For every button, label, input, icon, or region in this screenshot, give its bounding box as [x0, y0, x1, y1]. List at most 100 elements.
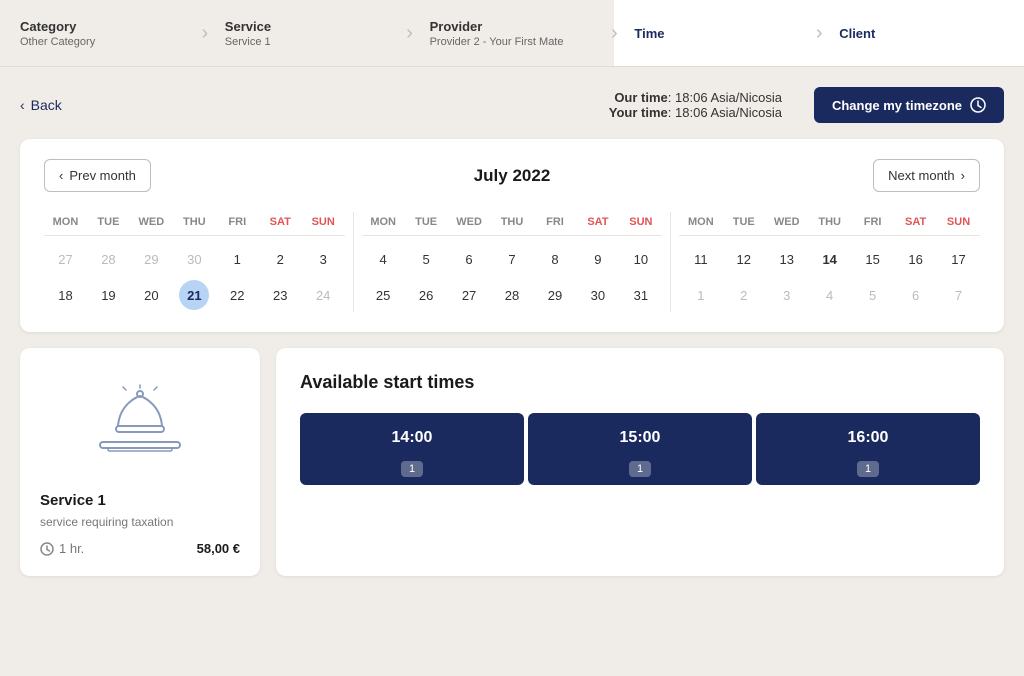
clock-icon	[970, 97, 986, 113]
back-arrow-icon: ‹	[20, 97, 25, 113]
date-cell[interactable]: 15	[858, 244, 888, 274]
date-cell-14[interactable]: 14	[815, 244, 845, 274]
date-cell[interactable]: 7	[944, 280, 974, 310]
time-slot-1600[interactable]: 16:00 1	[756, 413, 980, 485]
date-cell[interactable]: 8	[540, 244, 570, 274]
day-header-fri-3: FRI	[851, 212, 894, 232]
breadcrumb-arrow-4: ›	[807, 21, 831, 45]
date-cell[interactable]: 6	[454, 244, 484, 274]
date-cell[interactable]: 11	[686, 244, 716, 274]
date-cell[interactable]: 2	[729, 280, 759, 310]
day-header-tue-3: TUE	[722, 212, 765, 232]
date-cell[interactable]: 2	[265, 244, 295, 274]
date-cell-today[interactable]: 21	[179, 280, 209, 310]
day-header-tue-2: TUE	[405, 212, 448, 232]
date-cell[interactable]: 17	[944, 244, 974, 274]
date-cell[interactable]: 6	[901, 280, 931, 310]
time-slot-1400[interactable]: 14:00 1	[300, 413, 524, 485]
date-cell[interactable]: 25	[368, 280, 398, 310]
date-cell[interactable]: 18	[50, 280, 80, 310]
day-header-mon-2: MON	[362, 212, 405, 232]
breadcrumb-item-service[interactable]: Service Service 1 ›	[205, 0, 410, 66]
date-cell[interactable]: 5	[858, 280, 888, 310]
service-meta: 1 hr. 58,00 €	[40, 541, 240, 556]
breadcrumb-arrow-3: ›	[602, 21, 626, 45]
times-card: Available start times 14:00 1 15:00 1 16…	[276, 348, 1004, 576]
date-cell[interactable]: 29	[136, 244, 166, 274]
your-time-row: Your time: 18:06 Asia/Nicosia	[609, 105, 782, 120]
date-cell[interactable]: 7	[497, 244, 527, 274]
back-button[interactable]: ‹ Back	[20, 97, 62, 113]
week-block-1: MON TUE WED THU FRI SAT SUN 27 28 29 30 …	[44, 212, 345, 312]
timezone-row: Our time: 18:06 Asia/Nicosia Your time: …	[609, 87, 1004, 123]
date-cell[interactable]: 30	[583, 280, 613, 310]
date-cell[interactable]: 12	[729, 244, 759, 274]
change-timezone-button[interactable]: Change my timezone	[814, 87, 1004, 123]
breadcrumb-provider-label: Provider	[430, 19, 564, 34]
calendar-title: July 2022	[474, 166, 551, 186]
breadcrumb-item-provider[interactable]: Provider Provider 2 - Your First Mate ›	[410, 0, 615, 66]
day-header-tue-1: TUE	[87, 212, 130, 232]
breadcrumb-arrow-1: ›	[193, 21, 217, 45]
date-cell[interactable]: 26	[411, 280, 441, 310]
our-time-value: 18:06 Asia/Nicosia	[675, 90, 782, 105]
date-cell[interactable]: 29	[540, 280, 570, 310]
date-cell[interactable]: 16	[901, 244, 931, 274]
date-cell[interactable]: 20	[136, 280, 166, 310]
breadcrumb-item-time[interactable]: Time ›	[614, 0, 819, 66]
your-time-label: Your time	[609, 105, 668, 120]
time-slot-1500[interactable]: 15:00 1	[528, 413, 752, 485]
date-cell[interactable]: 3	[772, 280, 802, 310]
breadcrumb-item-category[interactable]: Category Other Category ›	[0, 0, 205, 66]
date-cell[interactable]: 13	[772, 244, 802, 274]
date-cell[interactable]: 27	[454, 280, 484, 310]
time-slot-badge-3: 1	[857, 461, 879, 477]
day-header-thu-2: THU	[491, 212, 534, 232]
timezone-info: Our time: 18:06 Asia/Nicosia Your time: …	[609, 90, 782, 120]
next-month-label: Next month	[888, 168, 954, 183]
day-header-sun-3: SUN	[937, 212, 980, 232]
service-name: Service 1	[40, 492, 106, 509]
date-cell[interactable]: 5	[411, 244, 441, 274]
day-header-mon-1: MON	[44, 212, 87, 232]
next-month-button[interactable]: Next month ›	[873, 159, 980, 192]
time-slot-time-1: 14:00	[320, 429, 504, 447]
breadcrumb-client-label: Client	[839, 26, 875, 41]
breadcrumb-service-label: Service	[225, 19, 271, 34]
your-time-value: 18:06 Asia/Nicosia	[675, 105, 782, 120]
prev-month-button[interactable]: ‹ Prev month	[44, 159, 151, 192]
breadcrumb-arrow-2: ›	[398, 21, 422, 45]
clock-small-icon	[40, 542, 54, 556]
date-cell[interactable]: 19	[93, 280, 123, 310]
day-header-wed-2: WED	[448, 212, 491, 232]
day-header-wed-1: WED	[130, 212, 173, 232]
breadcrumb-item-client[interactable]: Client	[819, 0, 1024, 66]
date-cell[interactable]: 4	[815, 280, 845, 310]
date-cell[interactable]: 28	[497, 280, 527, 310]
date-cell[interactable]: 3	[308, 244, 338, 274]
week-block-3: MON TUE WED THU FRI SAT SUN 11 12 13 14 …	[679, 212, 980, 312]
service-price: 58,00 €	[197, 541, 240, 556]
date-cell[interactable]: 4	[368, 244, 398, 274]
date-cell[interactable]: 1	[686, 280, 716, 310]
service-description: service requiring taxation	[40, 515, 173, 529]
date-cell[interactable]: 24	[308, 280, 338, 310]
time-slot-badge-2: 1	[629, 461, 651, 477]
day-header-thu-3: THU	[808, 212, 851, 232]
date-cell[interactable]: 30	[179, 244, 209, 274]
time-slots: 14:00 1 15:00 1 16:00 1	[300, 413, 980, 485]
date-cell[interactable]: 22	[222, 280, 252, 310]
date-cell[interactable]: 23	[265, 280, 295, 310]
date-cell[interactable]: 31	[626, 280, 656, 310]
calendar-header: ‹ Prev month July 2022 Next month ›	[44, 159, 980, 192]
date-cell[interactable]: 10	[626, 244, 656, 274]
date-cell[interactable]: 9	[583, 244, 613, 274]
time-slot-time-3: 16:00	[776, 429, 960, 447]
date-cell[interactable]: 1	[222, 244, 252, 274]
date-cell[interactable]: 28	[93, 244, 123, 274]
week-block-2: MON TUE WED THU FRI SAT SUN 4 5 6 7 8 9 …	[362, 212, 663, 312]
calendar-grid: MON TUE WED THU FRI SAT SUN 27 28 29 30 …	[44, 212, 980, 312]
service-duration: 1 hr.	[40, 541, 84, 556]
date-cell[interactable]: 27	[50, 244, 80, 274]
service-icon-area	[40, 368, 240, 480]
